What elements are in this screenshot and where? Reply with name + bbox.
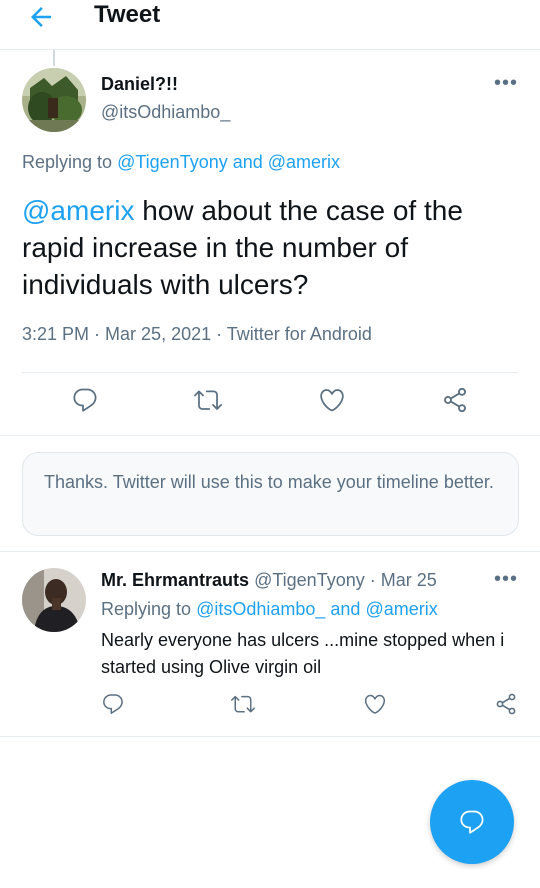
replying-and: and bbox=[325, 599, 366, 619]
replying-to: Replying to @itsOdhiambo_ and @amerix bbox=[101, 599, 438, 620]
separator: · bbox=[89, 324, 106, 344]
tweet-source[interactable]: Twitter for Android bbox=[227, 324, 372, 344]
mention-link[interactable]: @amerix bbox=[365, 599, 437, 619]
more-icon: ••• bbox=[494, 72, 519, 94]
author-name[interactable]: Daniel?!! bbox=[101, 74, 178, 95]
reply-button[interactable] bbox=[71, 386, 101, 416]
reply-icon bbox=[103, 694, 123, 714]
mention-link[interactable]: @TigenTyony bbox=[117, 152, 228, 172]
reply-button[interactable] bbox=[101, 692, 131, 722]
tweet-date: Mar 25, 2021 bbox=[105, 324, 212, 344]
divider bbox=[0, 736, 540, 737]
retweet-icon bbox=[194, 390, 222, 410]
retweet-button[interactable] bbox=[231, 692, 261, 722]
like-button[interactable] bbox=[318, 386, 348, 416]
retweet-button[interactable] bbox=[194, 386, 224, 416]
author-name[interactable]: Mr. Ehrmantrauts bbox=[101, 570, 249, 590]
notice-text: Thanks. Twitter will use this to make yo… bbox=[44, 472, 494, 492]
like-icon bbox=[320, 389, 344, 412]
share-button[interactable] bbox=[494, 692, 524, 722]
tweet-text: Nearly everyone has ulcers ...mine stopp… bbox=[101, 630, 505, 677]
share-button[interactable] bbox=[441, 386, 471, 416]
divider bbox=[22, 372, 518, 373]
tweet-date: Mar 25 bbox=[380, 570, 437, 590]
tweet-actions bbox=[0, 386, 540, 426]
back-button[interactable] bbox=[26, 2, 56, 32]
tweet-meta: 3:21 PM · Mar 25, 2021 · Twitter for And… bbox=[22, 324, 372, 345]
feedback-notice: Thanks. Twitter will use this to make yo… bbox=[22, 452, 519, 536]
share-icon bbox=[496, 693, 516, 715]
tweet-time: 3:21 PM bbox=[22, 324, 90, 344]
retweet-icon bbox=[231, 695, 255, 713]
tweet-text: @amerix how about the case of the rapid … bbox=[22, 192, 522, 303]
replying-prefix: Replying to bbox=[22, 152, 118, 172]
more-icon: ••• bbox=[494, 568, 519, 590]
mention-link[interactable]: @amerix bbox=[268, 152, 340, 172]
replying-prefix: Replying to bbox=[101, 599, 197, 619]
like-icon bbox=[364, 694, 386, 714]
mention-link[interactable]: @amerix bbox=[22, 195, 134, 226]
compose-icon bbox=[460, 810, 484, 834]
avatar-image bbox=[22, 68, 86, 132]
top-app-bar: Tweet bbox=[0, 0, 540, 50]
thread-connector-line bbox=[53, 50, 55, 66]
reply-icon bbox=[73, 388, 97, 412]
avatar[interactable] bbox=[22, 68, 86, 132]
reply-header: Mr. Ehrmantrauts @TigenTyony · Mar 25 bbox=[101, 570, 437, 591]
divider bbox=[0, 435, 540, 436]
separator: · bbox=[364, 570, 381, 590]
compose-button[interactable] bbox=[430, 780, 514, 864]
avatar[interactable] bbox=[22, 568, 86, 632]
share-icon bbox=[444, 387, 466, 413]
replying-and: and bbox=[227, 152, 268, 172]
more-options-button[interactable]: ••• bbox=[494, 568, 518, 591]
arrow-left-icon bbox=[31, 7, 51, 27]
separator: · bbox=[211, 324, 227, 344]
like-button[interactable] bbox=[363, 692, 393, 722]
tweet-actions bbox=[0, 692, 540, 732]
author-handle[interactable]: @itsOdhiambo_ bbox=[101, 102, 230, 123]
more-options-button[interactable]: ••• bbox=[494, 72, 518, 95]
avatar-image bbox=[22, 568, 86, 632]
author-handle[interactable]: @TigenTyony bbox=[254, 570, 365, 590]
page-title: Tweet bbox=[94, 1, 161, 28]
mention-link[interactable]: @itsOdhiambo_ bbox=[196, 599, 325, 619]
replying-to: Replying to @TigenTyony and @amerix bbox=[22, 152, 340, 173]
